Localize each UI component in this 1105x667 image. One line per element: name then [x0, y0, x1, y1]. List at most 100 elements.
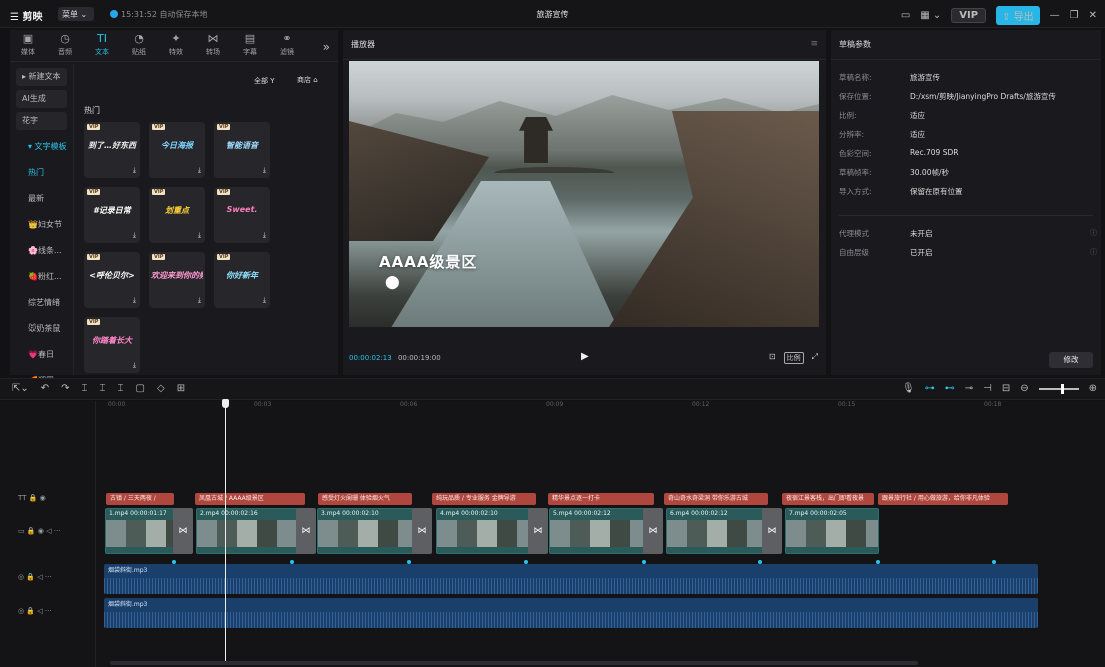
- text-clip[interactable]: 感受灯火阑珊 体验烟火气: [318, 493, 412, 505]
- export-button[interactable]: ⇪ 导出: [996, 6, 1040, 25]
- player-menu-icon[interactable]: ≡: [810, 39, 818, 49]
- download-icon[interactable]: ⤓: [263, 166, 266, 175]
- trim-left-icon[interactable]: ⌶: [100, 383, 106, 394]
- transition-icon[interactable]: ⋈: [412, 508, 432, 554]
- video-clip[interactable]: 4.mp4 00:00:02:10: [436, 508, 532, 554]
- template-card[interactable]: VIP 智能语音 ⤓: [214, 122, 270, 178]
- minimize-icon[interactable]: —: [1050, 10, 1060, 21]
- download-icon[interactable]: ⤓: [263, 231, 266, 240]
- delete-icon[interactable]: ▢: [136, 383, 145, 394]
- timeline-scrollbar[interactable]: [110, 661, 918, 665]
- transition-icon[interactable]: ⋈: [762, 508, 782, 554]
- preview-axis-icon[interactable]: ⊣: [983, 383, 992, 394]
- maximize-icon[interactable]: ❐: [1070, 10, 1079, 21]
- download-icon[interactable]: ⤓: [198, 296, 201, 305]
- template-card[interactable]: VIP #记录日常 ⤓: [84, 187, 140, 243]
- more-tabs-icon[interactable]: »: [323, 40, 330, 54]
- transition-icon[interactable]: ⋈: [173, 508, 193, 554]
- download-icon[interactable]: ⤓: [198, 166, 201, 175]
- template-card[interactable]: VIP 今日海报 ⤓: [149, 122, 205, 178]
- video-preview[interactable]: AAAA级景区 ⬤: [349, 61, 819, 327]
- video-clip[interactable]: 2.mp4 00:00:02:16: [196, 508, 300, 554]
- tab-text[interactable]: TI 文本: [88, 30, 116, 61]
- screenshot-icon[interactable]: ⊞: [177, 383, 185, 394]
- video-clip[interactable]: 7.mp4 00:00:02:05: [785, 508, 879, 554]
- transition-icon[interactable]: ⋈: [528, 508, 548, 554]
- text-clip[interactable]: 精华景点逐一打卡: [548, 493, 654, 505]
- undo-icon[interactable]: ↶: [41, 383, 49, 394]
- text-clip[interactable]: 跟景旅行社 / 用心做旅游，给你非凡体验: [878, 493, 1008, 505]
- tab-effects[interactable]: ✦ 特效: [162, 30, 190, 61]
- category-item[interactable]: ▸ 新建文本: [16, 68, 67, 86]
- magnet-icon[interactable]: ⊷: [945, 383, 955, 394]
- category-item[interactable]: 🍓粉红...: [10, 264, 73, 290]
- zoom-out-icon[interactable]: ⊖: [1020, 383, 1028, 394]
- text-clip[interactable]: 夜宿江景客栈，出门即看夜景: [782, 493, 874, 505]
- ratio-button[interactable]: 比例: [783, 352, 804, 364]
- zoom-in-icon[interactable]: ⊕: [1089, 383, 1097, 394]
- tab-filter[interactable]: ⚭ 滤镜: [273, 30, 301, 61]
- text-clip[interactable]: 凤凰古城 / AAAA级景区: [195, 493, 305, 505]
- tab-transition[interactable]: ⋈ 转场: [199, 30, 227, 61]
- split-icon[interactable]: ⌶: [82, 383, 88, 394]
- layout-icon[interactable]: ▭: [901, 10, 910, 21]
- tab-subtitle[interactable]: ▤ 字幕: [236, 30, 264, 61]
- main-track-icon[interactable]: ⊶: [925, 383, 935, 394]
- audio-clip[interactable]: 烟袋斜街.mp3: [104, 564, 1038, 594]
- filter-button[interactable]: 全部 Y: [254, 76, 275, 86]
- template-card[interactable]: VIP 你好新年 ⤓: [214, 252, 270, 308]
- video-clip[interactable]: 1.mp4 00:00:01:17: [105, 508, 177, 554]
- category-item[interactable]: AI生成: [16, 90, 67, 108]
- zoom-fit-icon[interactable]: ⊟: [1002, 383, 1010, 394]
- template-card[interactable]: VIP Sweet. ⤓: [214, 187, 270, 243]
- tab-sticker[interactable]: ◔ 贴纸: [125, 30, 153, 61]
- download-icon[interactable]: ⤓: [133, 231, 136, 240]
- download-icon[interactable]: ⤓: [133, 166, 136, 175]
- screen-icon[interactable]: ▦ ⌄: [920, 10, 941, 21]
- trim-right-icon[interactable]: ⌶: [118, 383, 124, 394]
- fullscreen-icon[interactable]: ⤢: [812, 352, 818, 364]
- video-clip[interactable]: 3.mp4 00:00:02:10: [317, 508, 416, 554]
- category-item[interactable]: 🐭奶茶鼠: [10, 316, 73, 342]
- video-clip[interactable]: 5.mp4 00:00:02:12: [549, 508, 647, 554]
- category-item[interactable]: 💗春日: [10, 342, 73, 368]
- download-icon[interactable]: ⤓: [263, 296, 266, 305]
- info-icon[interactable]: ⓘ: [1090, 247, 1097, 257]
- play-button[interactable]: ▶: [581, 351, 589, 362]
- template-card[interactable]: VIP 到了…好东西 ⤓: [84, 122, 140, 178]
- template-card[interactable]: VIP 欢迎来到你的频道 ⤓: [149, 252, 205, 308]
- redo-icon[interactable]: ↷: [61, 383, 69, 394]
- tab-audio[interactable]: ◷ 音频: [51, 30, 79, 61]
- time-ruler[interactable]: 00:00 00:03 00:06 00:09 00:12 00:15 00:18: [104, 401, 1105, 411]
- modify-button[interactable]: 修改: [1049, 352, 1093, 368]
- text-clip[interactable]: 纯玩品质 / 专业服务 金牌导游: [432, 493, 536, 505]
- tab-media[interactable]: ▣ 媒体: [14, 30, 42, 61]
- category-item[interactable]: 👑妇女节: [10, 212, 73, 238]
- transition-icon[interactable]: ⋈: [643, 508, 663, 554]
- category-item[interactable]: 最新: [10, 186, 73, 212]
- info-icon[interactable]: ⓘ: [1090, 228, 1097, 238]
- template-card[interactable]: VIP <呼伦贝尔> ⤓: [84, 252, 140, 308]
- link-icon[interactable]: ⊸: [965, 383, 973, 394]
- text-clip[interactable]: 古镇 / 三天两夜 /: [106, 493, 174, 505]
- text-clip[interactable]: 奇山奇水奇梁洞 带你乐游古城: [664, 493, 768, 505]
- download-icon[interactable]: ⤓: [133, 361, 136, 370]
- mic-icon[interactable]: 🎙: [902, 383, 915, 394]
- audio-clip[interactable]: 烟袋斜街.mp3: [104, 598, 1038, 628]
- template-card[interactable]: VIP 划重点 ⤓: [149, 187, 205, 243]
- download-icon[interactable]: ⤓: [198, 231, 201, 240]
- mark-icon[interactable]: ◇: [157, 383, 165, 394]
- vip-button[interactable]: VIP: [951, 8, 987, 23]
- select-tool-icon[interactable]: ⇱⌄: [12, 383, 29, 394]
- store-button[interactable]: 商店 ⌂: [297, 75, 318, 85]
- close-icon[interactable]: ✕: [1089, 10, 1097, 21]
- category-item[interactable]: 热门: [10, 160, 73, 186]
- category-item[interactable]: ▾ 文字模板: [10, 134, 73, 160]
- download-icon[interactable]: ⤓: [133, 296, 136, 305]
- video-clip[interactable]: 6.mp4 00:00:02:12: [666, 508, 766, 554]
- transition-icon[interactable]: ⋈: [296, 508, 316, 554]
- template-card[interactable]: VIP 你踏着长大 ⤓: [84, 317, 140, 373]
- zoom-slider[interactable]: [1038, 383, 1079, 394]
- category-item[interactable]: 🌸线条...: [10, 238, 73, 264]
- playhead[interactable]: [222, 399, 229, 661]
